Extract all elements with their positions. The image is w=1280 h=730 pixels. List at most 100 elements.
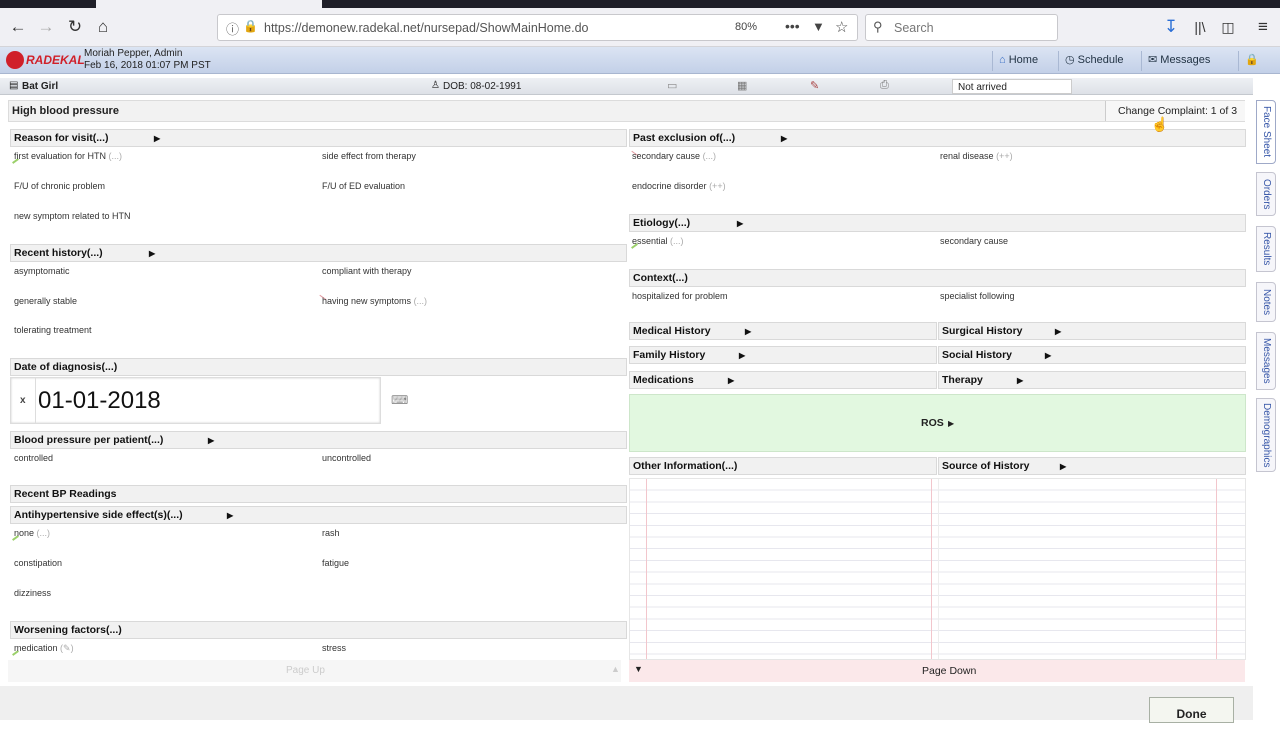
- expand-arrow-icon[interactable]: ▶: [739, 348, 745, 364]
- option-essential[interactable]: essential (...): [632, 236, 684, 246]
- option-endocrine[interactable]: endocrine disorder (++): [632, 181, 726, 191]
- source-of-history-header[interactable]: Source of History ▶: [938, 457, 1246, 475]
- zoom-level[interactable]: 80%: [735, 21, 757, 33]
- change-complaint-button[interactable]: Change Complaint: 1 of 3: [1105, 101, 1245, 121]
- expand-arrow-icon[interactable]: ▶: [1060, 459, 1066, 475]
- browser-active-tab[interactable]: [96, 0, 322, 8]
- more-icon[interactable]: •••: [785, 18, 800, 34]
- option-fu-chronic[interactable]: F/U of chronic problem: [14, 181, 105, 191]
- option-rash[interactable]: rash: [322, 528, 340, 538]
- option-first-evaluation[interactable]: first evaluation for HTN (...): [14, 151, 122, 161]
- medical-history-button[interactable]: Medical History ▶: [629, 322, 937, 340]
- therapy-button[interactable]: Therapy ▶: [938, 371, 1246, 389]
- expand-arrow-icon[interactable]: ▶: [208, 433, 214, 449]
- ros-button[interactable]: ROS ▶: [629, 394, 1246, 452]
- option-controlled[interactable]: controlled: [14, 453, 53, 463]
- expand-arrow-icon[interactable]: ▶: [154, 131, 160, 147]
- more-ellipsis[interactable]: (...): [109, 151, 123, 161]
- page-up-button[interactable]: Page Up ▲: [8, 660, 621, 682]
- bp-per-patient-header[interactable]: Blood pressure per patient(...) ▶: [10, 431, 627, 449]
- option-side-effect[interactable]: side effect from therapy: [322, 151, 416, 161]
- etiology-header[interactable]: Etiology(...) ▶: [629, 214, 1246, 232]
- side-effects-header[interactable]: Antihypertensive side effect(s)(...) ▶: [10, 506, 627, 524]
- more-ellipsis[interactable]: (...): [670, 236, 684, 246]
- clear-date-button[interactable]: x: [20, 395, 26, 406]
- date-of-diagnosis-header[interactable]: Date of diagnosis(...): [10, 358, 627, 376]
- worsening-factors-header[interactable]: Worsening factors(...): [10, 621, 627, 639]
- medications-button[interactable]: Medications ▶: [629, 371, 937, 389]
- bookmark-star-icon[interactable]: ☆: [835, 18, 848, 36]
- option-compliant[interactable]: compliant with therapy: [322, 266, 412, 276]
- calendar-icon[interactable]: ▦: [737, 79, 747, 92]
- done-button[interactable]: Done: [1149, 697, 1234, 723]
- option-none[interactable]: none (...): [14, 528, 50, 538]
- family-history-button[interactable]: Family History ▶: [629, 346, 937, 364]
- recent-history-header[interactable]: Recent history(...) ▶: [10, 244, 627, 262]
- sidebar-icon[interactable]: ◫: [1215, 14, 1241, 40]
- option-uncontrolled[interactable]: uncontrolled: [322, 453, 371, 463]
- search-bar[interactable]: ⚲ Search: [865, 14, 1058, 41]
- option-stress[interactable]: stress: [322, 643, 346, 653]
- other-information-grid[interactable]: [629, 478, 1246, 660]
- expand-arrow-icon[interactable]: ▶: [737, 216, 743, 232]
- expand-arrow-icon[interactable]: ▶: [781, 131, 787, 147]
- more-ellipsis[interactable]: (...): [703, 151, 717, 161]
- option-renal-disease[interactable]: renal disease (++): [940, 151, 1013, 161]
- expand-arrow-icon[interactable]: ▶: [227, 508, 233, 524]
- pen-icon[interactable]: ✎: [810, 79, 819, 92]
- surgical-history-button[interactable]: Surgical History ▶: [938, 322, 1246, 340]
- more-ellipsis[interactable]: (...): [414, 296, 428, 306]
- option-tolerating[interactable]: tolerating treatment: [14, 325, 92, 335]
- lock-button[interactable]: 🔒: [1238, 51, 1265, 71]
- option-generally-stable[interactable]: generally stable: [14, 296, 77, 306]
- tab-results[interactable]: Results: [1256, 226, 1276, 272]
- expand-arrow-icon[interactable]: ▶: [728, 373, 734, 389]
- date-input[interactable]: 01-01-2018: [35, 378, 380, 423]
- tab-orders[interactable]: Orders: [1256, 172, 1276, 216]
- tab-face-sheet[interactable]: Face Sheet: [1256, 100, 1276, 164]
- menu-icon[interactable]: ≡: [1250, 14, 1276, 40]
- info-icon[interactable]: ⓘ: [226, 19, 239, 38]
- expand-arrow-icon[interactable]: ▶: [1055, 324, 1061, 340]
- option-constipation[interactable]: constipation: [14, 558, 62, 568]
- tab-demographics[interactable]: Demographics: [1256, 398, 1276, 472]
- reason-for-visit-header[interactable]: Reason for visit(...) ▶: [10, 129, 627, 147]
- other-information-header[interactable]: Other Information(...): [629, 457, 937, 475]
- context-header[interactable]: Context(...): [629, 269, 1246, 287]
- patient-name[interactable]: Bat Girl: [22, 81, 58, 92]
- back-icon[interactable]: ←: [5, 14, 31, 40]
- option-secondary-cause[interactable]: secondary cause: [940, 236, 1008, 246]
- card-icon[interactable]: ▭: [667, 79, 677, 92]
- pocket-icon[interactable]: ▼: [812, 19, 825, 34]
- print-icon[interactable]: ⎙: [880, 79, 889, 92]
- option-fatigue[interactable]: fatigue: [322, 558, 349, 568]
- option-specialist[interactable]: specialist following: [940, 291, 1015, 301]
- option-new-symptom[interactable]: new symptom related to HTN: [14, 211, 131, 221]
- forward-icon[interactable]: →: [33, 14, 59, 40]
- option-new-symptoms[interactable]: having new symptoms (...): [322, 296, 427, 306]
- expand-arrow-icon[interactable]: ▶: [1045, 348, 1051, 364]
- option-hospitalized[interactable]: hospitalized for problem: [632, 291, 728, 301]
- expand-arrow-icon[interactable]: ▶: [1017, 373, 1023, 389]
- option-medication[interactable]: medication (✎): [14, 643, 74, 654]
- expand-plus[interactable]: (++): [709, 181, 726, 191]
- option-asymptomatic[interactable]: asymptomatic: [14, 266, 70, 276]
- home-button[interactable]: ⌂ Home: [992, 51, 1044, 71]
- option-dizziness[interactable]: dizziness: [14, 588, 51, 598]
- tab-messages[interactable]: Messages: [1256, 332, 1276, 390]
- social-history-button[interactable]: Social History ▶: [938, 346, 1246, 364]
- more-ellipsis[interactable]: (...): [37, 528, 51, 538]
- option-secondary-cause-excl[interactable]: secondary cause (...): [632, 151, 716, 161]
- reload-icon[interactable]: ↻: [62, 14, 88, 40]
- edit-note-icon[interactable]: (✎): [60, 643, 74, 653]
- schedule-button[interactable]: ◷ Schedule: [1058, 51, 1130, 71]
- option-fu-ed[interactable]: F/U of ED evaluation: [322, 181, 405, 191]
- expand-arrow-icon[interactable]: ▶: [149, 246, 155, 262]
- url-text[interactable]: https://demonew.radekal.net/nursepad/Sho…: [264, 21, 589, 35]
- download-icon[interactable]: ↧: [1158, 14, 1184, 40]
- expand-arrow-icon[interactable]: ▶: [745, 324, 751, 340]
- page-down-button[interactable]: ▼ Page Down: [629, 660, 1245, 682]
- library-icon[interactable]: ||\: [1187, 14, 1213, 40]
- messages-button[interactable]: ✉ Messages: [1141, 51, 1216, 71]
- tab-notes[interactable]: Notes: [1256, 282, 1276, 322]
